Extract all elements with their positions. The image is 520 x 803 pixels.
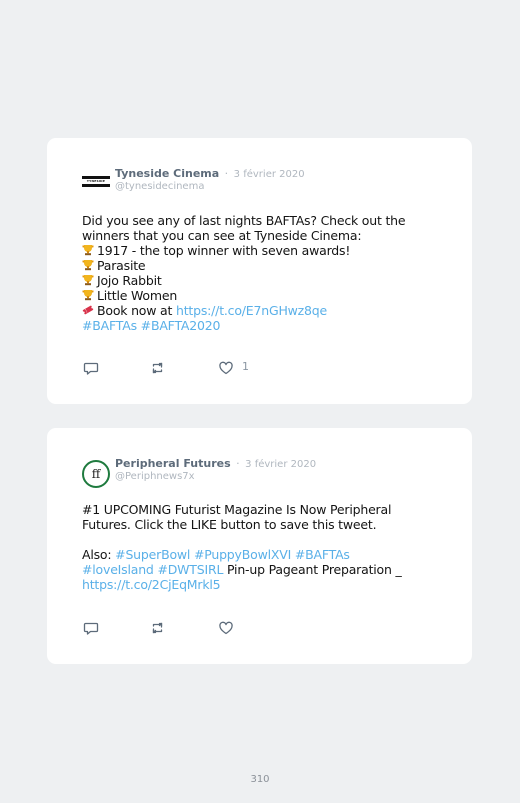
hashtag-line: Also: #SuperBowl #PuppyBowlXVI #BAFTAs (82, 547, 442, 562)
name-row: Peripheral Futures · 3 février 2020 (115, 457, 316, 470)
reply-icon (83, 362, 99, 375)
tweet-card-tyneside[interactable]: TYNESIDE Tyneside Cinema · 3 février 202… (47, 138, 472, 404)
list-item: Jojo Rabbit (82, 273, 442, 288)
like-button[interactable] (218, 620, 234, 636)
tweet-date[interactable]: 3 février 2020 (234, 169, 305, 180)
list-item: Parasite (82, 258, 442, 273)
separator: · (224, 167, 229, 180)
text-line: winners that you can see at Tyneside Cin… (82, 228, 362, 243)
text-line: Futures. Click the LIKE button to save t… (82, 517, 377, 532)
booking-line: Book now at https://t.co/E7nGHwz8qe (82, 303, 442, 318)
logo-text: TYNESIDE (86, 178, 106, 183)
avatar[interactable]: TYNESIDE (82, 174, 110, 188)
tweet-actions (83, 620, 383, 636)
name-row: Tyneside Cinema · 3 février 2020 (115, 167, 305, 180)
trophy-icon (82, 245, 94, 256)
hashtags-link[interactable]: #BAFTAs #BAFTA2020 (82, 318, 442, 333)
like-count: 1 (242, 360, 249, 373)
user-handle[interactable]: @Periphnews7x (115, 471, 195, 482)
also-text: Also: (82, 547, 116, 562)
hashtag-line: #loveIsland #DWTSIRL Pin-up Pageant Prep… (82, 562, 442, 577)
display-name[interactable]: Peripheral Futures (115, 457, 231, 470)
reply-icon (83, 622, 99, 635)
tweet-date[interactable]: 3 février 2020 (245, 459, 316, 470)
hashtags-link[interactable]: #loveIsland #DWTSIRL (82, 562, 223, 577)
tweet-text: #1 UPCOMING Futurist Magazine Is Now Per… (82, 502, 442, 592)
retweet-button[interactable] (150, 360, 166, 376)
ticket-icon (82, 305, 94, 315)
page-number: 310 (250, 774, 270, 785)
logo-bar-bottom (82, 183, 110, 187)
booking-link[interactable]: https://t.co/E7nGHwz8qe (176, 303, 327, 318)
separator: · (236, 457, 240, 470)
retweet-icon (152, 362, 163, 374)
trophy-icon (82, 290, 94, 301)
list-item-text: Little Women (97, 288, 178, 303)
list-item-text: 1917 - the top winner with seven awards! (97, 243, 351, 258)
tweet-link[interactable]: https://t.co/2CjEqMrkl5 (82, 577, 442, 592)
display-name[interactable]: Tyneside Cinema (115, 167, 219, 180)
heart-icon (219, 361, 233, 375)
text-line: Did you see any of last nights BAFTAs? C… (82, 213, 406, 228)
booking-text: Book now at (97, 303, 176, 318)
list-item-text: Jojo Rabbit (97, 273, 162, 288)
tweet-text: Did you see any of last nights BAFTAs? C… (82, 213, 442, 333)
like-button[interactable] (218, 360, 234, 376)
tweet-actions: 1 (83, 360, 383, 376)
tweet-header: TYNESIDE Tyneside Cinema · 3 février 202… (82, 164, 442, 204)
list-item: 1917 - the top winner with seven awards! (82, 243, 442, 258)
tweet-card-peripheral[interactable]: ff Peripheral Futures · 3 février 2020 @… (47, 428, 472, 664)
retweet-button[interactable] (150, 620, 166, 636)
text-line: #1 UPCOMING Futurist Magazine Is Now Per… (82, 502, 392, 517)
pageant-text: Pin-up Pageant Preparation _ (223, 562, 402, 577)
hashtags-link[interactable]: #SuperBowl #PuppyBowlXVI #BAFTAs (115, 547, 350, 562)
user-handle[interactable]: @tynesidecinema (115, 181, 204, 192)
list-item: Little Women (82, 288, 442, 303)
trophy-icon (82, 275, 94, 286)
list-item-text: Parasite (97, 258, 146, 273)
heart-icon (219, 621, 233, 635)
reply-button[interactable] (83, 620, 99, 636)
paragraph-break (82, 532, 442, 547)
tweet-header: ff Peripheral Futures · 3 février 2020 @… (82, 454, 442, 494)
avatar[interactable]: ff (82, 460, 110, 488)
trophy-icon (82, 260, 94, 271)
retweet-icon (152, 622, 163, 634)
reply-button[interactable] (83, 360, 99, 376)
